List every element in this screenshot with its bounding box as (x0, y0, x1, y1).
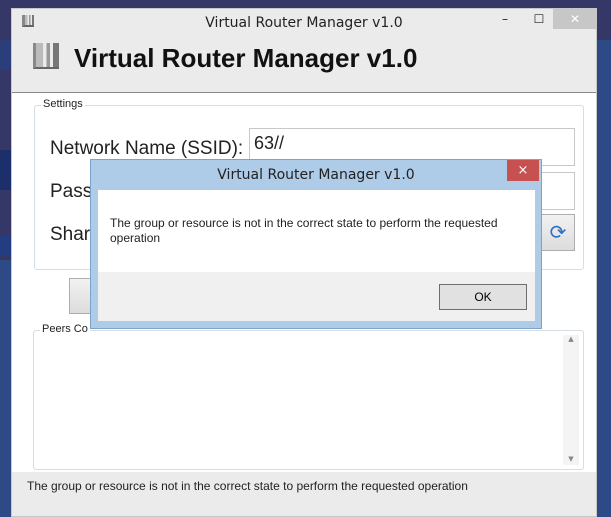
desktop-bg (597, 40, 611, 517)
dialog-message: The group or resource is not in the corr… (98, 190, 535, 272)
dialog-close-icon[interactable]: × (507, 160, 539, 181)
dialog-footer: OK (98, 272, 535, 321)
dialog-title: Virtual Router Manager v1.0 (217, 167, 415, 183)
peers-group-label: Peers Co (40, 323, 90, 335)
peers-scrollbar[interactable]: ▲ ▼ (563, 335, 579, 465)
error-dialog: Virtual Router Manager v1.0 × The group … (90, 159, 542, 329)
app-header-title: Virtual Router Manager v1.0 (74, 43, 418, 73)
desktop-bg (0, 236, 11, 256)
network-name-label: Network Name (SSID): (50, 138, 244, 159)
ok-button[interactable]: OK (439, 284, 527, 310)
status-bar: The group or resource is not in the corr… (27, 479, 468, 493)
settings-group-label: Settings (41, 98, 85, 110)
peers-group: Peers Co ▲ ▼ (33, 323, 584, 470)
minimize-icon[interactable]: – (492, 9, 518, 29)
desktop-bg (0, 40, 11, 70)
refresh-icon[interactable]: ⟳ (541, 214, 575, 251)
close-icon[interactable]: ✕ (553, 9, 597, 29)
maximize-icon[interactable]: ☐ (526, 9, 552, 29)
desktop-bg (0, 150, 11, 190)
desktop-bg (0, 260, 11, 517)
router-signal-icon (33, 43, 59, 69)
